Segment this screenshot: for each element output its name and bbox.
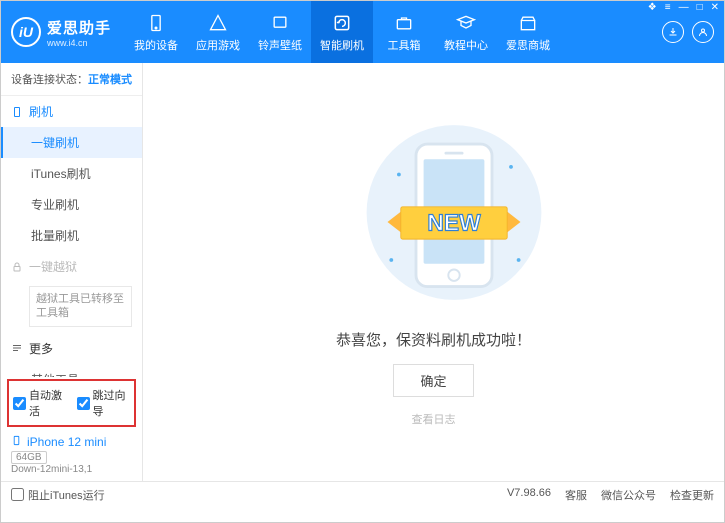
nav-flash[interactable]: 智能刷机	[311, 1, 373, 63]
maximize-icon[interactable]: □	[697, 2, 703, 13]
auto-activate-checkbox[interactable]: 自动激活	[13, 387, 67, 419]
lock-icon	[11, 261, 23, 273]
download-button[interactable]	[662, 21, 684, 43]
new-badge-text: NEW	[427, 210, 481, 236]
app-url: www.i4.cn	[47, 38, 111, 48]
wallpaper-icon	[269, 12, 291, 34]
header: iU 爱思助手 www.i4.cn 我的设备 应用游戏 铃声壁纸 智能刷机 工具…	[1, 1, 724, 63]
app-logo: iU 爱思助手 www.i4.cn	[1, 17, 125, 48]
sidebar-section-more[interactable]: 更多	[1, 333, 142, 364]
version-label: V7.98.66	[507, 487, 551, 503]
sidebar: 设备连接状态：正常模式 刷机 一键刷机 iTunes刷机 专业刷机 批量刷机 一…	[1, 63, 143, 481]
footer: 阻止iTunes运行 V7.98.66 客服 微信公众号 检查更新	[1, 481, 724, 507]
flash-icon	[331, 12, 353, 34]
success-illustration: NEW	[359, 117, 509, 317]
apps-icon	[207, 12, 229, 34]
device-phone-icon	[11, 435, 22, 449]
close-icon[interactable]: ✕	[711, 2, 719, 13]
nav-store[interactable]: 爱思商城	[497, 1, 559, 63]
connection-status: 设备连接状态：正常模式	[1, 63, 142, 96]
update-link[interactable]: 检查更新	[670, 487, 714, 503]
nav-apps[interactable]: 应用游戏	[187, 1, 249, 63]
sidebar-item-itunes[interactable]: iTunes刷机	[1, 158, 142, 189]
more-icon	[11, 342, 23, 354]
wechat-link[interactable]: 微信公众号	[601, 487, 656, 503]
sidebar-section-flash[interactable]: 刷机	[1, 96, 142, 127]
phone-small-icon	[11, 106, 23, 118]
view-log-link[interactable]: 查看日志	[412, 411, 456, 427]
sidebar-item-oneclick[interactable]: 一键刷机	[1, 127, 142, 158]
device-name: iPhone 12 mini	[27, 435, 106, 449]
tool-icon[interactable]: ❖	[648, 2, 657, 13]
user-button[interactable]	[692, 21, 714, 43]
logo-icon: iU	[11, 17, 41, 47]
minimize-icon[interactable]: —	[679, 2, 689, 13]
main-panel: NEW 恭喜您，保资料刷机成功啦！ 确定 查看日志	[143, 63, 724, 481]
sidebar-item-batch[interactable]: 批量刷机	[1, 220, 142, 251]
storage-badge: 64GB	[11, 451, 47, 464]
tutorial-icon	[455, 12, 477, 34]
toolbox-icon	[393, 12, 415, 34]
skip-guide-checkbox[interactable]: 跳过向导	[77, 387, 131, 419]
confirm-button[interactable]: 确定	[393, 364, 473, 397]
options-row: 自动激活 跳过向导	[7, 379, 136, 427]
sidebar-item-other[interactable]: 其他工具	[1, 364, 142, 377]
success-message: 恭喜您，保资料刷机成功啦！	[336, 329, 531, 350]
app-name: 爱思助手	[47, 17, 111, 38]
phone-icon	[145, 12, 167, 34]
nav-ringtones[interactable]: 铃声壁纸	[249, 1, 311, 63]
nav-tutorials[interactable]: 教程中心	[435, 1, 497, 63]
service-link[interactable]: 客服	[565, 487, 587, 503]
sidebar-section-jailbreak[interactable]: 一键越狱	[1, 251, 142, 282]
device-sub: Down-12mini-13,1	[11, 464, 132, 475]
store-icon	[517, 12, 539, 34]
nav-my-device[interactable]: 我的设备	[125, 1, 187, 63]
sidebar-item-pro[interactable]: 专业刷机	[1, 189, 142, 220]
jailbreak-note: 越狱工具已转移至工具箱	[29, 286, 132, 327]
device-block[interactable]: iPhone 12 mini 64GB Down-12mini-13,1	[1, 431, 142, 481]
main-nav: 我的设备 应用游戏 铃声壁纸 智能刷机 工具箱 教程中心 爱思商城	[125, 1, 559, 63]
menu-icon[interactable]: ≡	[665, 2, 671, 13]
nav-toolbox[interactable]: 工具箱	[373, 1, 435, 63]
block-itunes-checkbox[interactable]: 阻止iTunes运行	[11, 487, 105, 503]
